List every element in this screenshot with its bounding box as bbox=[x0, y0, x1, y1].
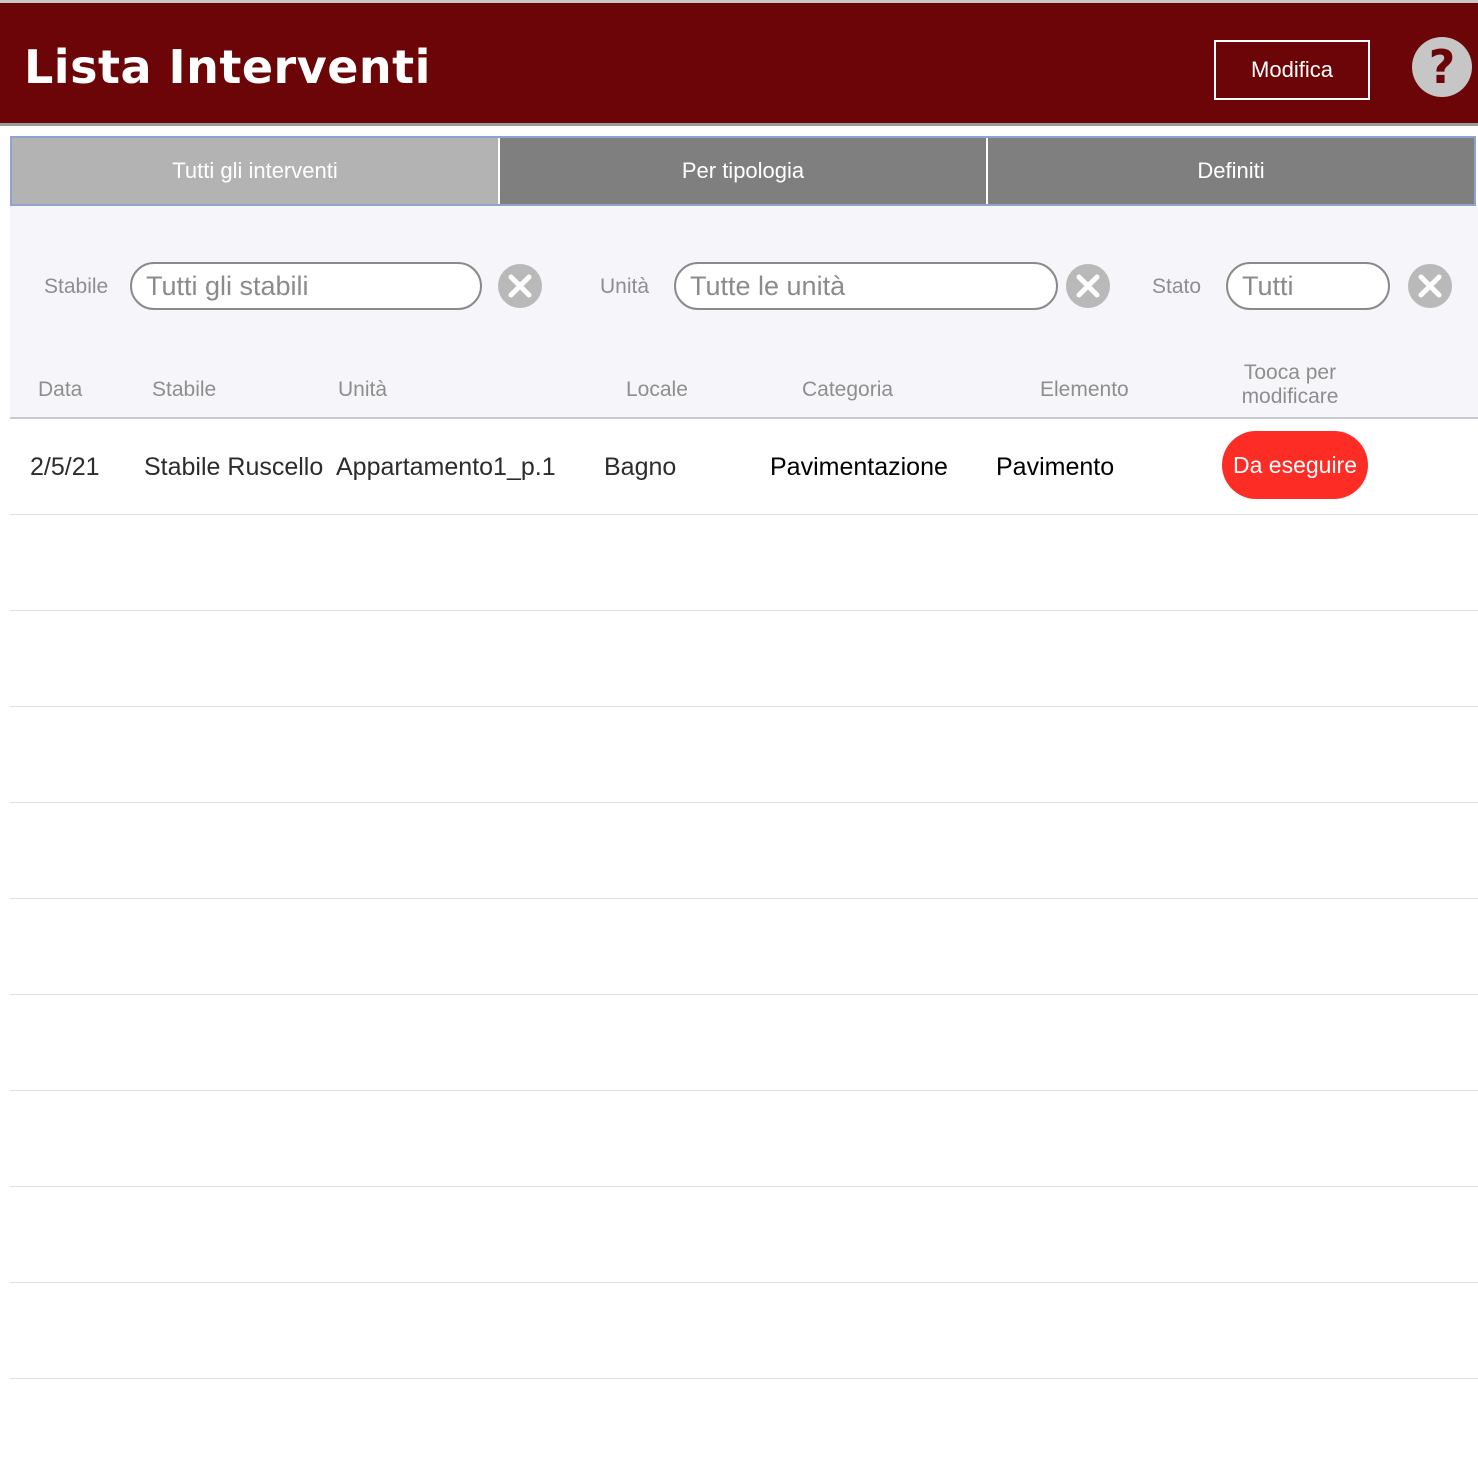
tab-by-type[interactable]: Per tipologia bbox=[500, 138, 988, 204]
building-filter-field[interactable]: Tutti gli stabili bbox=[130, 262, 482, 310]
row-separator bbox=[10, 514, 1478, 515]
app-window: Lista Interventi Modifica ? Tutti gli in… bbox=[0, 0, 1478, 1460]
row-separator bbox=[10, 706, 1478, 707]
column-header-unit: Unità bbox=[338, 378, 388, 401]
row-date: 2/5/21 bbox=[30, 453, 100, 481]
top-bar: Lista Interventi Modifica ? bbox=[0, 0, 1478, 126]
help-button[interactable]: ? bbox=[1412, 37, 1472, 97]
page-title: Lista Interventi bbox=[24, 40, 431, 94]
column-header-action-line1: Tooca per bbox=[1243, 361, 1337, 384]
clear-circle-x-icon bbox=[1076, 274, 1100, 298]
clear-circle-x-icon bbox=[1418, 274, 1442, 298]
row-separator bbox=[10, 1282, 1478, 1283]
building-filter-label: Stabile bbox=[44, 275, 109, 298]
building-clear-button[interactable] bbox=[498, 264, 542, 308]
row-category: Pavimentazione bbox=[770, 453, 948, 481]
row-building: Stabile Ruscello bbox=[144, 453, 324, 481]
column-header-room: Locale bbox=[626, 378, 688, 401]
row-separator bbox=[10, 994, 1478, 995]
unit-filter-label: Unità bbox=[600, 275, 650, 298]
column-header-element: Elemento bbox=[1040, 378, 1129, 401]
row-element: Pavimento bbox=[996, 453, 1115, 481]
unit-filter-field[interactable]: Tutte le unità bbox=[674, 262, 1058, 310]
status-filter-field[interactable]: Tutti bbox=[1226, 262, 1390, 310]
row-separator bbox=[10, 898, 1478, 899]
column-header-action: Tooca per modificare bbox=[1210, 361, 1370, 409]
column-header-building: Stabile bbox=[152, 378, 217, 401]
column-header-action-line2: modificare bbox=[1241, 385, 1339, 408]
status-filter-label: Stato bbox=[1152, 275, 1202, 298]
help-icon: ? bbox=[1428, 40, 1456, 94]
content-panel: Tutti gli interventi Per tipologia Defin… bbox=[10, 126, 1478, 1460]
edit-button[interactable]: Modifica bbox=[1214, 40, 1370, 100]
status-button[interactable]: Da eseguire bbox=[1222, 431, 1368, 499]
column-header-category: Categoria bbox=[802, 378, 894, 401]
unit-clear-button[interactable] bbox=[1066, 264, 1110, 308]
header-divider bbox=[10, 417, 1478, 419]
row-separator bbox=[10, 802, 1478, 803]
row-room: Bagno bbox=[604, 453, 677, 481]
row-separator bbox=[10, 1378, 1478, 1379]
row-unit: Appartamento1_p.1 bbox=[336, 453, 556, 481]
tab-all-interventions[interactable]: Tutti gli interventi bbox=[12, 138, 500, 204]
status-clear-button[interactable] bbox=[1408, 264, 1452, 308]
row-separator bbox=[10, 610, 1478, 611]
tab-defined[interactable]: Definiti bbox=[988, 138, 1474, 204]
row-separator bbox=[10, 1090, 1478, 1091]
segmented-tabs: Tutti gli interventi Per tipologia Defin… bbox=[10, 136, 1476, 206]
clear-circle-x-icon bbox=[508, 274, 532, 298]
row-separator bbox=[10, 1186, 1478, 1187]
column-header-date: Data bbox=[38, 378, 83, 401]
